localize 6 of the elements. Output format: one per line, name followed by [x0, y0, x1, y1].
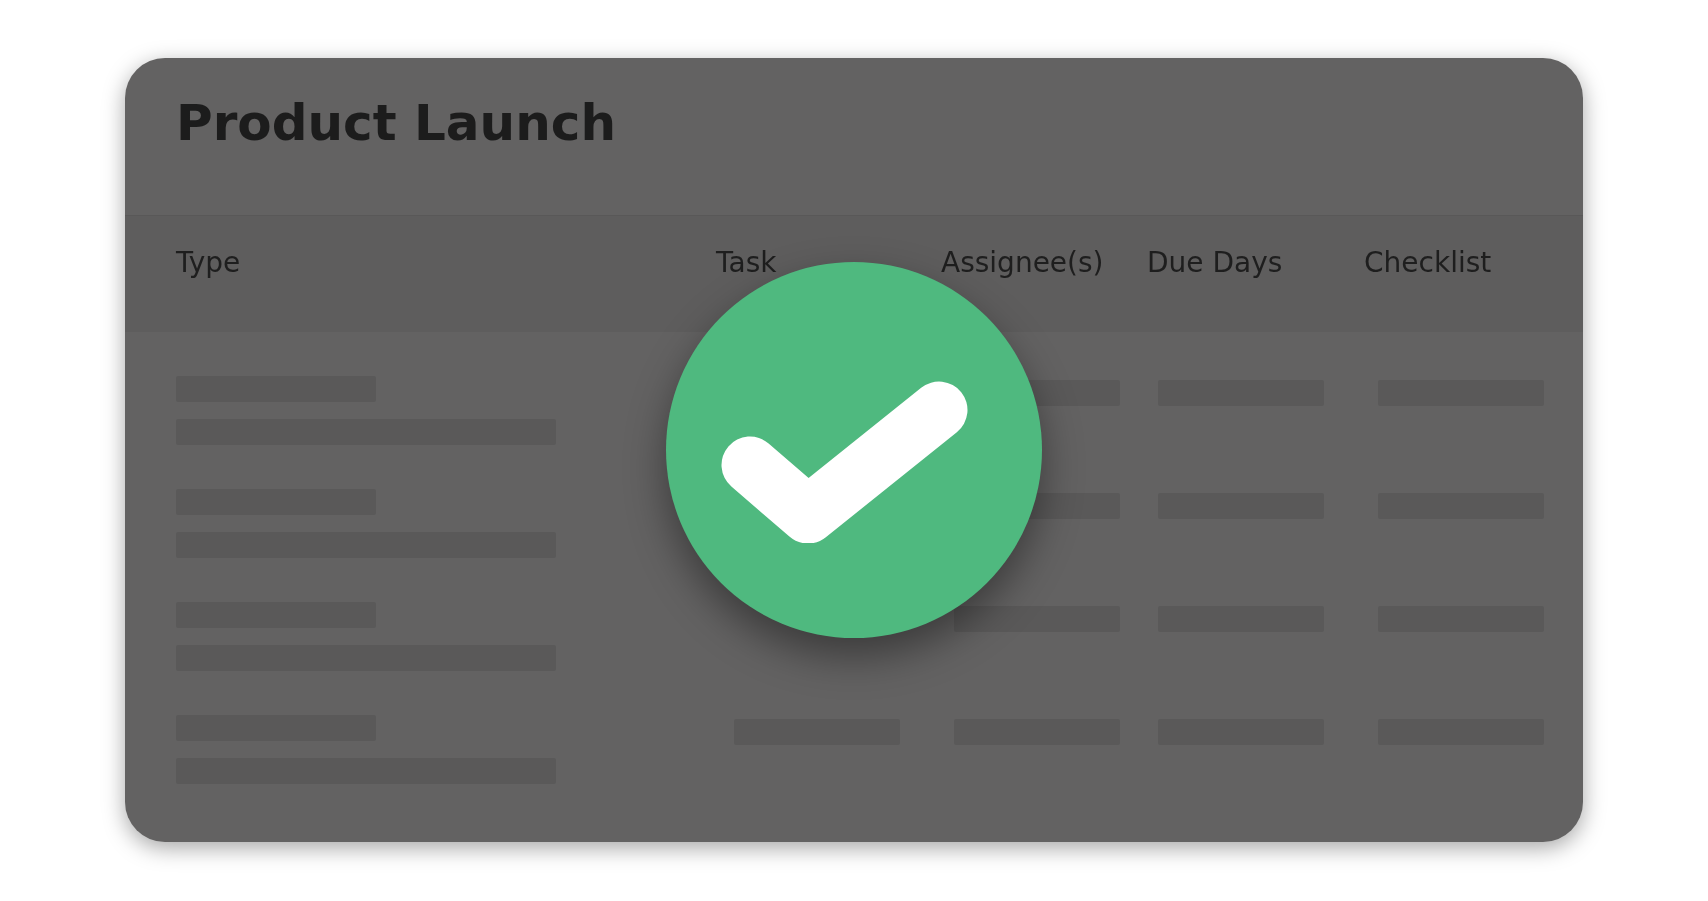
- card-title: Product Launch: [175, 93, 617, 154]
- column-header: Task: [716, 246, 777, 279]
- column-header: Type: [176, 246, 241, 279]
- column-header: Assignee(s): [941, 246, 1104, 279]
- column-header: Due Days: [1147, 246, 1283, 279]
- column-header: Checklist: [1364, 246, 1492, 279]
